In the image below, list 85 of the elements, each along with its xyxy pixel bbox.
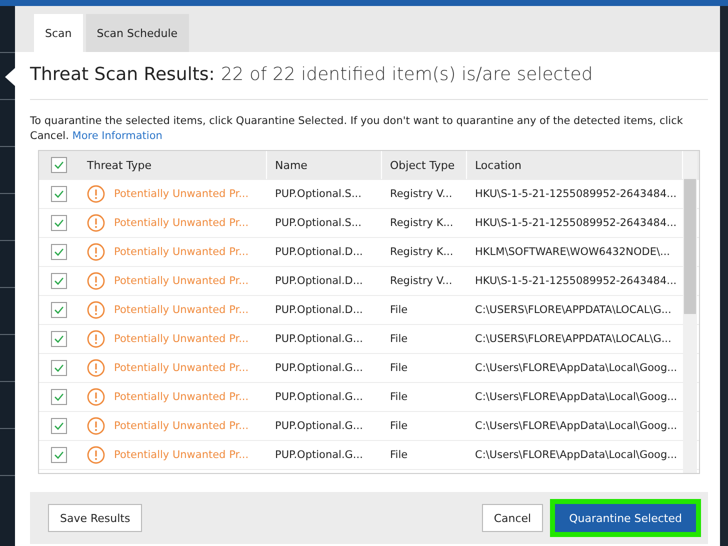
warning-icon <box>87 272 105 290</box>
check-icon <box>54 161 64 169</box>
checkbox[interactable] <box>51 418 67 434</box>
warning-icon <box>87 417 105 435</box>
table-cell-text: File <box>389 391 409 403</box>
quarantine-button[interactable]: Quarantine Selected <box>555 504 696 532</box>
table-cell-text: C:\Users\FLORE\AppData\Local\Goog... <box>474 391 678 403</box>
check-icon <box>54 364 64 372</box>
column-header[interactable]: Threat Type <box>79 151 267 179</box>
table-cell-text: PUP.Optional.G... <box>274 362 364 374</box>
table-cell-text: HKU\S-1-5-21-1255089952-2643484... <box>474 188 678 200</box>
check-icon <box>54 277 64 285</box>
warning-icon <box>87 243 105 261</box>
results-title: Threat Scan Results: <box>30 64 215 85</box>
scrollbar[interactable] <box>683 151 697 473</box>
table-cell-text: PUP.Optional.S... <box>274 188 362 200</box>
table-cell-text: PUP.Optional.G... <box>274 333 364 345</box>
table-cell-text: PUP.Optional.G... <box>274 449 364 461</box>
table-cell: Potentially Unwanted Pr... <box>114 304 249 316</box>
table-cell-text: PUP.Optional.D... <box>274 246 364 258</box>
checkbox[interactable] <box>51 389 67 405</box>
table-cell-text: HKU\S-1-5-21-1255089952-2643484... <box>474 217 678 229</box>
table-cell-text: PUP.Optional.D... <box>274 275 364 287</box>
table-cell: Potentially Unwanted Pr... <box>114 391 249 403</box>
table-cell-text: PUP.Optional.G... <box>274 391 364 403</box>
table-cell-text: File <box>389 420 409 432</box>
checkbox[interactable] <box>51 273 67 289</box>
check-icon <box>54 393 64 401</box>
table-cell-text: File <box>389 449 409 461</box>
table-cell-text: HKU\S-1-5-21-1255089952-2643484... <box>474 275 678 287</box>
table-cell-text: C:\Users\FLORE\AppData\Local\Goog... <box>474 362 678 374</box>
checkbox[interactable] <box>51 186 67 202</box>
save-results-button[interactable]: Save Results <box>48 504 142 532</box>
warning-icon <box>87 330 105 348</box>
more-information-link[interactable]: More Information <box>72 130 162 142</box>
table-cell-text: File <box>389 333 409 345</box>
table-cell: Potentially Unwanted Pr... <box>114 217 249 229</box>
table-cell-text: C:\USERS\FLORE\APPDATA\LOCAL\G... <box>474 304 672 316</box>
check-icon <box>54 190 64 198</box>
table-cell: Potentially Unwanted Pr... <box>114 188 249 200</box>
checkbox[interactable] <box>51 331 67 347</box>
check-icon <box>54 422 64 430</box>
tab[interactable]: Scan <box>34 14 83 52</box>
column-header[interactable]: Name <box>267 151 382 179</box>
table-cell-text: Registry V... <box>389 275 454 287</box>
table-cell-text: Registry K... <box>389 246 454 258</box>
check-icon <box>54 306 64 314</box>
table-cell: Potentially Unwanted Pr... <box>114 333 249 345</box>
table-cell-text: PUP.Optional.D... <box>274 304 364 316</box>
table-cell-text: C:\Users\FLORE\AppData\Local\Goog... <box>474 420 678 432</box>
column-header[interactable]: Object Type <box>382 151 467 179</box>
instructions-text: To quarantine the selected items, click Quarantine Selected. If you don't want to quarantine any of the detected items, click Cancel. More Information <box>30 114 684 144</box>
table-cell-text: File <box>389 304 409 316</box>
table-cell-text: PUP.Optional.G... <box>274 420 364 432</box>
checkbox[interactable] <box>51 360 67 376</box>
checkbox[interactable] <box>51 215 67 231</box>
table-cell-text: PUP.Optional.S... <box>274 217 362 229</box>
table-cell-text: Registry V... <box>389 188 454 200</box>
warning-icon <box>87 359 105 377</box>
table-cell-text: C:\USERS\FLORE\APPDATA\LOCAL\G... <box>474 333 672 345</box>
table-cell-text: C:\Users\FLORE\AppData\Local\Goog... <box>474 449 678 461</box>
table-cell: Potentially Unwanted Pr... <box>114 275 249 287</box>
table-cell-text: Registry K... <box>389 217 454 229</box>
check-icon <box>54 219 64 227</box>
selection-summary: 22 of 22 identified item(s) is/are selected <box>220 64 593 85</box>
warning-icon <box>87 446 105 464</box>
table-cell-text: File <box>389 362 409 374</box>
checkbox[interactable] <box>51 244 67 260</box>
check-icon <box>54 451 64 459</box>
tab[interactable]: Scan Schedule <box>86 14 189 52</box>
checkbox[interactable] <box>51 157 67 173</box>
table-cell-text: HKLM\SOFTWARE\WOW6432NODE\... <box>474 246 672 258</box>
warning-icon <box>87 185 105 203</box>
warning-icon <box>87 301 105 319</box>
checkbox[interactable] <box>51 447 67 463</box>
table-cell: Potentially Unwanted Pr... <box>114 449 249 461</box>
cancel-button[interactable]: Cancel <box>482 504 544 532</box>
check-icon <box>54 335 64 343</box>
checkbox[interactable] <box>51 302 67 318</box>
table-cell: Potentially Unwanted Pr... <box>114 420 249 432</box>
table-cell: Potentially Unwanted Pr... <box>114 362 249 374</box>
table-cell: Potentially Unwanted Pr... <box>114 246 249 258</box>
check-icon <box>54 248 64 256</box>
warning-icon <box>87 388 105 406</box>
warning-icon <box>87 214 105 232</box>
